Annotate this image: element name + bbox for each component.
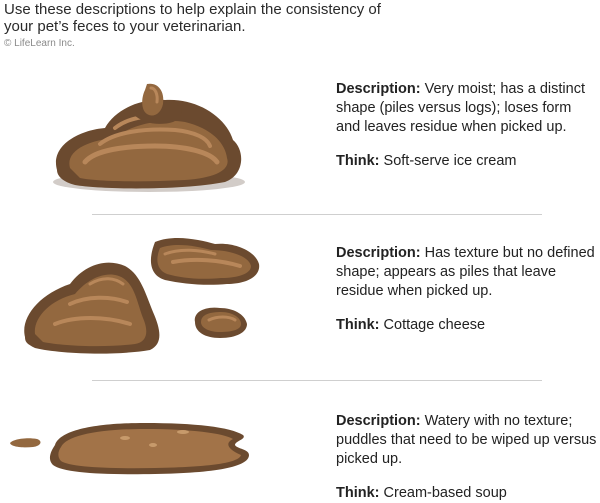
intro-text: Use these descriptions to help explain t… — [4, 1, 381, 35]
watery-stool-illustration — [10, 423, 250, 475]
entry-3-description: Description: Watery with no texture; pud… — [336, 412, 598, 469]
entry-2-description: Description: Has texture but no defined … — [336, 244, 598, 301]
entry-3-description-label: Description: — [336, 413, 421, 429]
entry-3-think-label: Think: — [336, 485, 380, 501]
entry-3-think: Think: Cream-based soup — [336, 484, 598, 503]
entry-1: Description: Very moist; has a distinct … — [336, 80, 598, 171]
divider-2 — [92, 380, 542, 381]
cottage-cheese-stool-illustration — [24, 238, 260, 354]
entry-2-think: Think: Cottage cheese — [336, 316, 598, 335]
divider-1 — [92, 214, 542, 215]
header: Use these descriptions to help explain t… — [4, 1, 404, 49]
entry-1-think: Think: Soft-serve ice cream — [336, 152, 598, 171]
entry-3: Description: Watery with no texture; pud… — [336, 412, 598, 503]
entry-1-think-text: Soft-serve ice cream — [379, 153, 517, 169]
soft-serve-stool-illustration — [53, 83, 245, 192]
entry-1-description-label: Description: — [336, 81, 421, 97]
entry-2-think-text: Cottage cheese — [379, 317, 486, 333]
copyright-text: © LifeLearn Inc. — [4, 38, 75, 49]
entry-2-think-label: Think: — [336, 317, 380, 333]
entry-1-description: Description: Very moist; has a distinct … — [336, 80, 598, 137]
entry-2: Description: Has texture but no defined … — [336, 244, 598, 335]
entry-3-think-text: Cream-based soup — [379, 485, 507, 501]
entry-2-description-label: Description: — [336, 245, 421, 261]
entry-1-think-label: Think: — [336, 153, 380, 169]
